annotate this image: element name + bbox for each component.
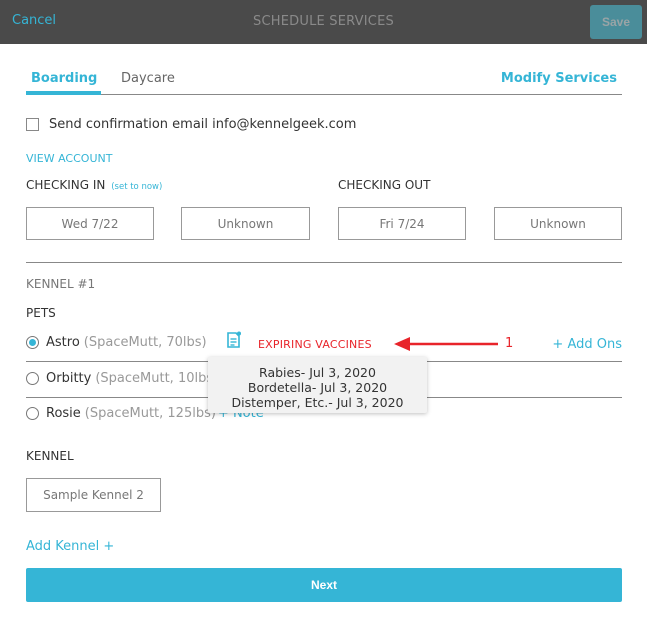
kennel-heading: KENNEL	[26, 449, 74, 463]
vaccine-tooltip: Rabies- Jul 3, 2020 Bordetella- Jul 3, 2…	[208, 357, 427, 413]
note-icon[interactable]	[226, 331, 242, 349]
checkout-time-field[interactable]: Unknown	[494, 207, 622, 240]
checking-in-label: CHECKING IN	[26, 178, 106, 192]
modify-services-link[interactable]: Modify Services	[501, 71, 617, 86]
annotation-arrow-icon	[394, 337, 498, 351]
send-confirmation-option[interactable]: Send confirmation email info@kennelgeek.…	[26, 117, 356, 132]
checkin-date-field[interactable]: Wed 7/22	[26, 207, 154, 240]
send-confirmation-checkbox[interactable]	[26, 118, 39, 131]
kennel-number-heading: KENNEL #1	[26, 277, 96, 291]
pet-radio-astro[interactable]	[26, 336, 39, 349]
service-tabs: Boarding Daycare Modify Services	[26, 66, 622, 95]
pet-name: Orbitty	[46, 371, 92, 386]
pet-details: (SpaceMutt, 10lbs)	[95, 371, 219, 386]
pet-name: Astro	[46, 335, 80, 350]
checking-in-heading: CHECKING IN (set to now)	[26, 178, 162, 192]
set-to-now-link[interactable]: (set to now)	[111, 182, 162, 192]
view-account-link[interactable]: VIEW ACCOUNT	[26, 152, 112, 165]
checking-out-label: CHECKING OUT	[338, 178, 431, 192]
tab-daycare[interactable]: Daycare	[121, 71, 175, 86]
pet-row-astro[interactable]: Astro (SpaceMutt, 70lbs)	[26, 335, 207, 350]
save-button[interactable]: Save	[590, 5, 642, 39]
pet-radio-orbitty[interactable]	[26, 372, 39, 385]
section-divider	[26, 262, 622, 263]
add-kennel-link[interactable]: Add Kennel +	[26, 539, 114, 554]
add-ons-link[interactable]: + Add Ons	[552, 337, 622, 352]
next-button[interactable]: Next	[26, 568, 622, 602]
checkout-date-field[interactable]: Fri 7/24	[338, 207, 466, 240]
checkin-time-field[interactable]: Unknown	[181, 207, 310, 240]
active-tab-indicator	[26, 91, 101, 95]
pet-radio-rosie[interactable]	[26, 407, 39, 420]
vaccine-expiry-rabies: Rabies- Jul 3, 2020	[259, 365, 376, 380]
pets-heading: PETS	[26, 306, 56, 320]
pet-details: (SpaceMutt, 125lbs)	[84, 406, 216, 421]
pet-row-orbitty[interactable]: Orbitty (SpaceMutt, 10lbs)	[26, 371, 218, 386]
kennel-select[interactable]: Sample Kennel 2	[26, 478, 161, 512]
page-title: SCHEDULE SERVICES	[253, 14, 394, 29]
top-bar: Cancel SCHEDULE SERVICES Save	[0, 0, 647, 44]
expiring-vaccines-alert[interactable]: EXPIRING VACCINES	[258, 338, 372, 351]
pet-details: (SpaceMutt, 70lbs)	[83, 335, 207, 350]
vaccine-expiry-distemper: Distemper, Etc.- Jul 3, 2020	[231, 395, 404, 410]
pet-name: Rosie	[46, 406, 81, 421]
send-confirmation-label: Send confirmation email info@kennelgeek.…	[49, 117, 357, 132]
annotation-label: 1	[505, 336, 514, 351]
vaccine-expiry-bordetella: Bordetella- Jul 3, 2020	[247, 380, 388, 395]
tab-boarding[interactable]: Boarding	[31, 71, 97, 86]
